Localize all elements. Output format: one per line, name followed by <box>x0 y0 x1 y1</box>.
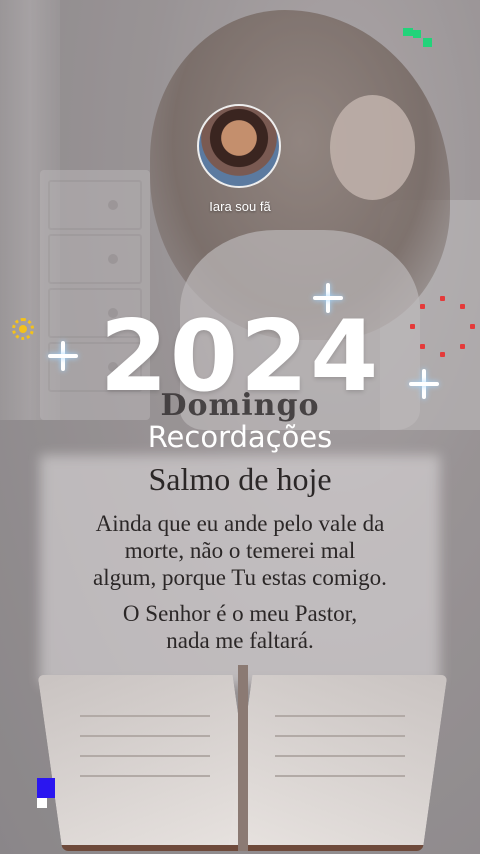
blue-pixel-icon <box>37 778 55 798</box>
psalm-closing: O Senhor é o meu Pastor, nada me faltará… <box>40 600 440 654</box>
verse-line: morte, não o temerei mal <box>124 538 356 563</box>
psalm-verse: Ainda que eu ande pelo vale da morte, nã… <box>40 510 440 591</box>
verse-line: algum, porque Tu estas comigo. <box>93 565 387 590</box>
closing-line: nada me faltará. <box>166 628 314 653</box>
psalm-title: Salmo de hoje <box>148 461 332 497</box>
green-pixel-icon <box>403 28 413 36</box>
year-title: 2024 <box>99 300 381 414</box>
green-pixel-icon <box>413 30 421 38</box>
story-canvas: Iara sou fã Domingo 2024 Recordações Sal… <box>0 0 480 854</box>
profile-name[interactable]: Iara sou fã <box>140 199 340 214</box>
profile-avatar[interactable] <box>197 104 281 188</box>
white-pixel-icon <box>37 798 47 808</box>
recordacoes-subtitle: Recordações <box>147 420 333 454</box>
closing-line: O Senhor é o meu Pastor, <box>122 601 358 626</box>
open-bible-illustration <box>37 665 448 854</box>
green-pixel-icon <box>423 38 432 47</box>
verse-line: Ainda que eu ande pelo vale da <box>95 511 385 536</box>
